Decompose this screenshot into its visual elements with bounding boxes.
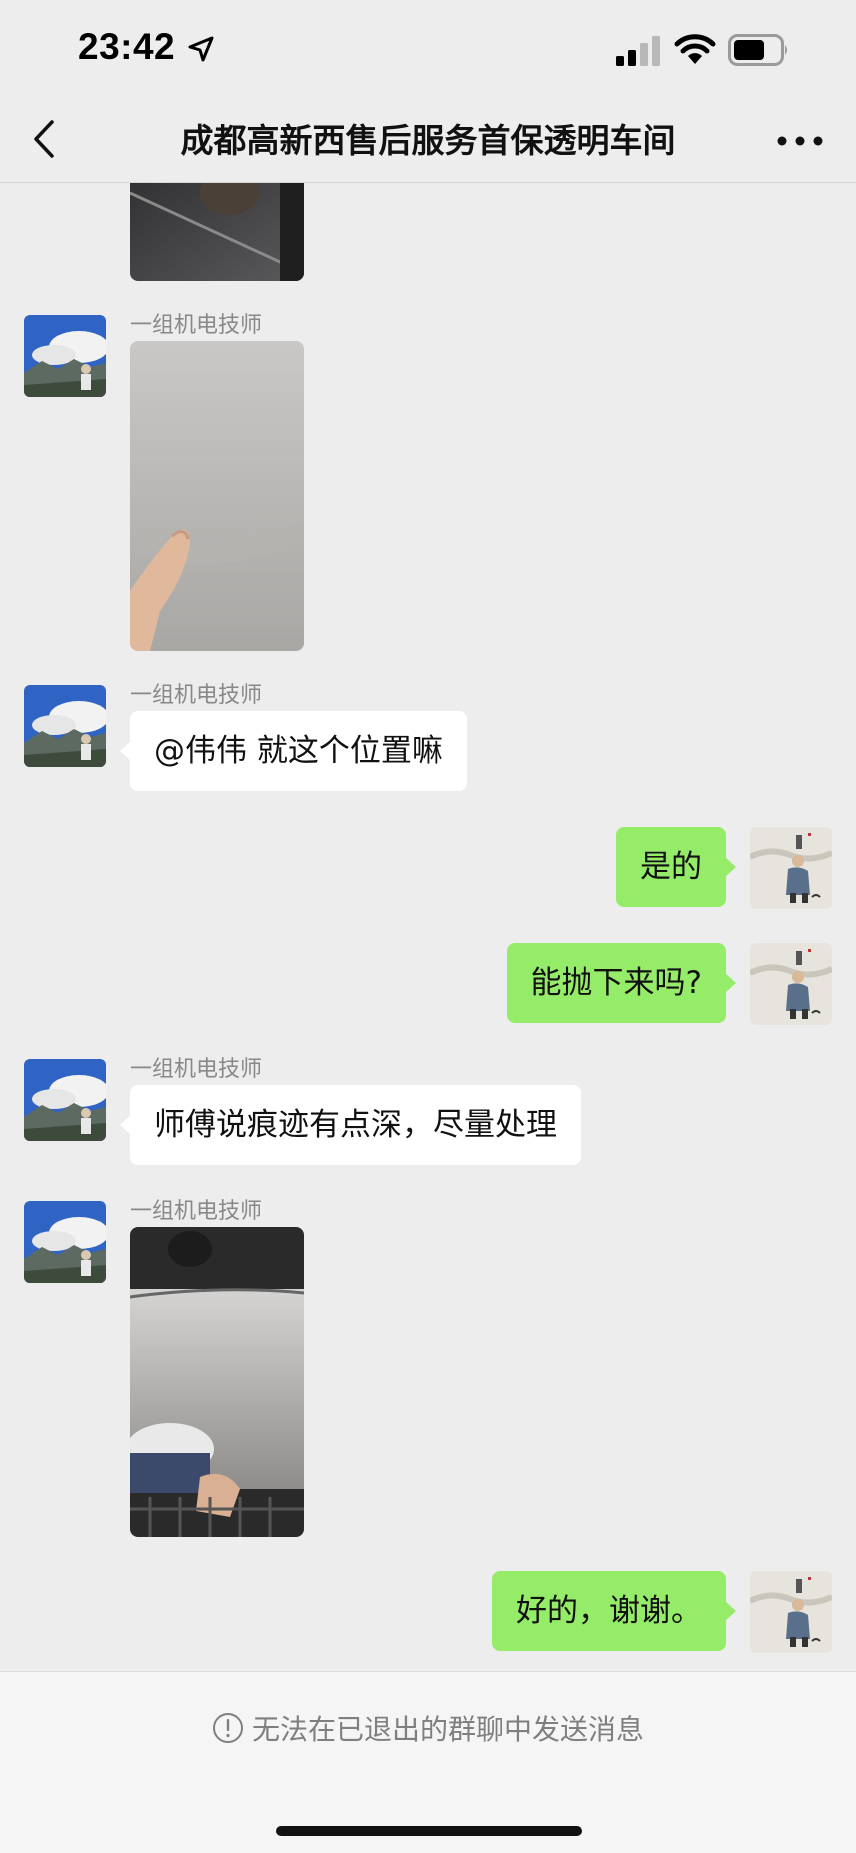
avatar-self[interactable] [750, 827, 832, 909]
more-dots-icon[interactable] [776, 126, 824, 156]
avatar[interactable] [24, 315, 106, 397]
sender-name: 一组机电技师 [130, 313, 263, 338]
avatar[interactable] [24, 685, 106, 767]
avatar-mountain-sky [24, 685, 106, 767]
image-message[interactable] [130, 1227, 304, 1537]
photo-polishing-machine [130, 1227, 304, 1537]
avatar-ink-painting [750, 943, 832, 1025]
avatar-self[interactable] [750, 1571, 832, 1653]
info-circle-icon [212, 1713, 243, 1743]
wifi-icon [674, 34, 716, 64]
back-chevron-icon[interactable] [20, 114, 70, 164]
text-message-bubble-self[interactable]: 能抛下来吗? [506, 943, 737, 1023]
text-message-bubble-self[interactable]: 是的 [616, 827, 736, 907]
avatar-mountain-sky [24, 1059, 106, 1141]
avatar-ink-painting [750, 1571, 832, 1653]
avatar-ink-painting [750, 827, 832, 909]
nav-bar: 成都高新西售后服务首保透明车间 [0, 100, 856, 183]
sender-name: 一组机电技师 [130, 1199, 263, 1224]
chat-title: 成都高新西售后服务首保透明车间 [180, 121, 676, 160]
image-message[interactable] [130, 341, 304, 651]
photo-car-reflection [130, 183, 304, 281]
text-message-bubble[interactable]: @伟伟 就这个位置嘛 [120, 711, 467, 791]
cannot-send-notice: 无法在已退出的群聊中发送消息 [0, 1708, 856, 1748]
text-message-bubble[interactable]: 师傅说痕迹有点深，尽量处理 [120, 1085, 581, 1165]
chat-message-list[interactable]: 一组机电技师 一组机电技师 @伟伟 就这个位置嘛 是的 能抛下来吗? 一组机电技… [0, 183, 856, 1671]
avatar-mountain-sky [24, 315, 106, 397]
photo-panel-scratch [130, 341, 304, 651]
notice-text: 无法在已退出的群聊中发送消息 [251, 1713, 644, 1746]
sender-name: 一组机电技师 [130, 1057, 263, 1082]
avatar-self[interactable] [750, 943, 832, 1025]
home-indicator[interactable] [276, 1826, 582, 1836]
status-time: 23:42 [78, 26, 176, 67]
signal-icon [616, 36, 660, 66]
avatar[interactable] [24, 1201, 106, 1283]
battery-icon [728, 34, 787, 66]
text-message-bubble-self[interactable]: 好的，谢谢。 [492, 1571, 736, 1651]
image-message[interactable] [130, 183, 304, 281]
avatar[interactable] [24, 1059, 106, 1141]
sender-name: 一组机电技师 [130, 683, 263, 708]
location-arrow-icon [188, 36, 214, 62]
status-bar: 23:42 [0, 0, 856, 100]
avatar-mountain-sky [24, 1201, 106, 1283]
